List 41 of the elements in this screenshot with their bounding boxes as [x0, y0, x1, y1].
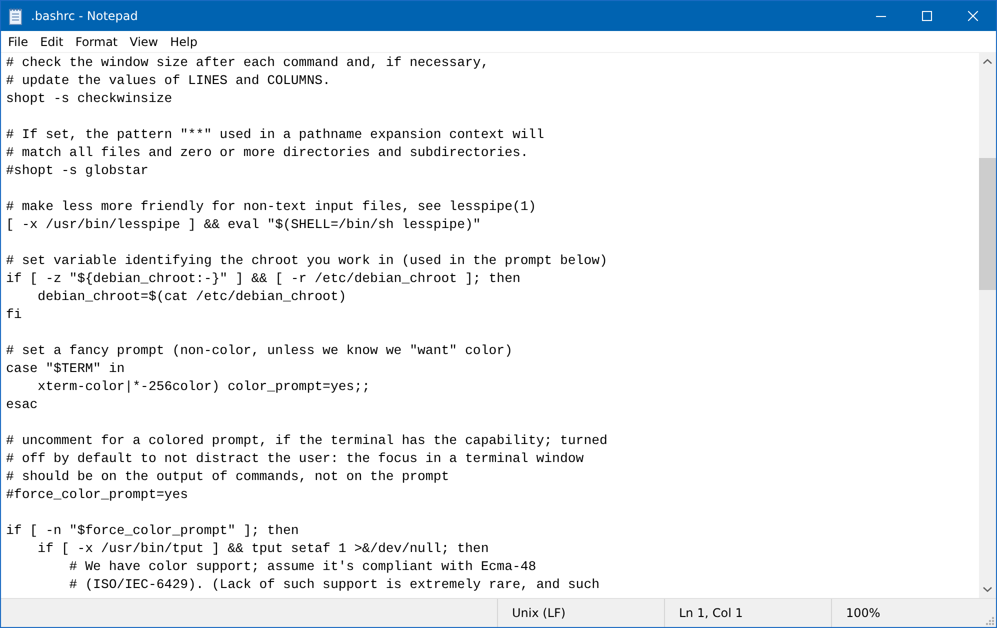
code-line: if [ -n "$force_color_prompt" ]; then — [6, 523, 299, 538]
code-line: if [ -x /usr/bin/tput ] && tput setaf 1 >&/dev/null; then — [36, 541, 489, 556]
code-line: # off by default to not distract the user: the focus in a terminal window — [6, 451, 584, 466]
code-line: # set variable identifying the chroot you work in (used in the prompt below) — [6, 253, 608, 268]
code-line: xterm-color|*-256color) color_prompt=yes;; — [36, 379, 370, 394]
code-line: #force_color_prompt=yes — [6, 487, 188, 502]
status-text: 100% — [846, 606, 880, 620]
notepad-icon — [8, 7, 24, 25]
code-line: # update the values of LINES and COLUMNS. — [6, 73, 330, 88]
close-icon — [968, 11, 978, 21]
code-line: #shopt -s globstar — [6, 163, 148, 178]
window-title: .bashrc - Notepad — [31, 9, 138, 23]
code-line: # If set, the pattern "**" used in a pathname expansion context will — [6, 127, 544, 142]
code-line: # uncomment for a colored prompt, if the terminal has the capability; turned — [6, 433, 608, 448]
code-line: # make less more friendly for non-text input files, see lesspipe(1) — [6, 199, 536, 214]
code-line: # (ISO/IEC-6429). (Lack of such support is extremely rare, and such — [68, 577, 600, 592]
code-line: # match all files and zero or more directories and subdirectories. — [6, 145, 528, 160]
scroll-up-icon[interactable] — [983, 59, 992, 64]
menu-item[interactable]: Help — [164, 34, 204, 48]
code-line: fi — [6, 307, 22, 322]
resize-grip-icon[interactable] — [984, 615, 994, 625]
code-line: # We have color support; assume it's compliant with Ecma-48 — [68, 559, 536, 574]
menu-item[interactable]: Format — [69, 34, 124, 48]
menu-item[interactable]: File — [2, 34, 34, 48]
menu-item[interactable]: View — [124, 34, 164, 48]
scroll-down-icon[interactable] — [983, 587, 992, 592]
code-line: [ -x /usr/bin/lesspipe ] && eval "$(SHELL=/bin/sh lesspipe)" — [6, 217, 481, 232]
code-line: if [ -z "${debian_chroot:-}" ] && [ -r /etc/debian_chroot ]; then — [6, 271, 520, 286]
vertical-scrollbar[interactable] — [979, 53, 996, 598]
code-line: # set a fancy prompt (non-color, unless we know we "want" color) — [6, 343, 512, 358]
code-line: # check the window size after each command and, if necessary, — [6, 55, 489, 70]
code-line: # should be on the output of commands, not on the prompt — [6, 469, 450, 484]
status-text: Ln 1, Col 1 — [679, 606, 743, 620]
code-line: case "$TERM" in — [6, 361, 125, 376]
scroll-thumb[interactable] — [979, 158, 996, 290]
menu-item[interactable]: Edit — [34, 34, 70, 48]
code-line: debian_chroot=$(cat /etc/debian_chroot) — [36, 289, 346, 304]
code-line: esac — [6, 397, 38, 412]
maximize-icon — [922, 11, 932, 21]
status-text: Unix (LF) — [512, 606, 566, 620]
code-line: shopt -s checkwinsize — [6, 91, 172, 106]
